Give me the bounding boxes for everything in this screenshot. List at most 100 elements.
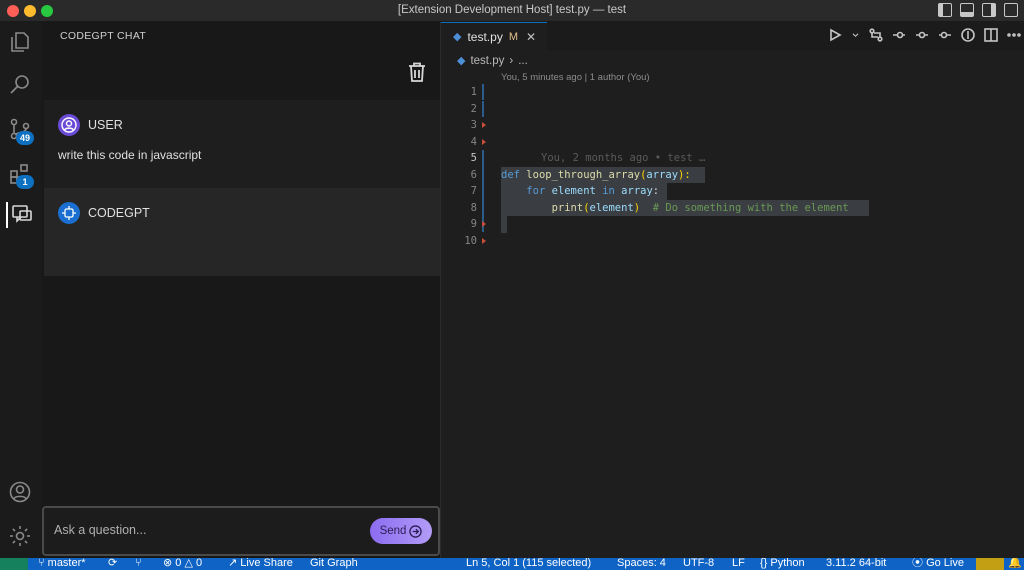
code-token: element (551, 185, 596, 197)
code-line: 8 print(element) # Do something with the… (441, 199, 1024, 216)
title-bar: [Extension Development Host] test.py — t… (0, 0, 1024, 22)
code-token: array (646, 168, 679, 181)
copilot-icon[interactable] (976, 558, 1004, 570)
message-text: write this code in javascript (58, 148, 202, 162)
code-token: ): (678, 168, 691, 181)
gutter-deletion-marker (482, 237, 486, 244)
code-token: element (589, 201, 634, 214)
notifications-bell-icon[interactable]: 🔔 (1008, 558, 1022, 570)
blame-header[interactable]: You, 5 minutes ago | 1 author (You) (501, 72, 650, 83)
breadcrumb-file[interactable]: test.py (470, 55, 504, 67)
git-graph-branch-icon[interactable]: ⑂ (135, 558, 142, 570)
arrow-right-circle-icon (409, 524, 423, 538)
code-line: 10 (441, 233, 1024, 250)
go-forward-commit-icon[interactable] (938, 28, 952, 42)
send-button[interactable]: Send (370, 518, 432, 544)
code-line: 7 for element in array: (441, 183, 1024, 200)
go-back-commit-icon[interactable] (892, 28, 906, 42)
customize-layout-icon[interactable] (1004, 3, 1018, 17)
chat-message-user: USER write this code in javascript (44, 100, 440, 188)
manage-gear-icon[interactable] (8, 524, 34, 550)
commit-icon[interactable] (915, 28, 929, 42)
breadcrumb-rest[interactable]: ... (518, 55, 528, 67)
editor-tab-bar: ◆ test.py M ✕ (441, 22, 1024, 50)
codegpt-chat-icon[interactable] (6, 202, 32, 228)
tab-test-py[interactable]: ◆ test.py M ✕ (441, 22, 547, 50)
status-language[interactable]: {} Python (760, 558, 805, 570)
source-control-badge: 49 (16, 131, 34, 145)
line-number: 9 (470, 218, 477, 230)
code-token: def (501, 168, 520, 181)
window-title: [Extension Development Host] test.py — t… (397, 4, 627, 16)
split-editor-icon[interactable] (984, 28, 998, 42)
chevron-down-icon[interactable] (851, 28, 860, 42)
remote-indicator-icon[interactable] (0, 558, 28, 570)
status-eol[interactable]: LF (732, 558, 745, 570)
status-encoding[interactable]: UTF-8 (683, 558, 714, 570)
code-line: 4 (441, 134, 1024, 151)
line-number: 3 (470, 119, 477, 131)
toggle-secondary-sidebar-icon[interactable] (982, 3, 996, 17)
clear-chat-trash-icon[interactable] (408, 62, 426, 82)
status-cursor-position[interactable]: Ln 5, Col 1 (115 selected) (466, 558, 591, 570)
run-play-icon[interactable] (828, 28, 842, 42)
language-label: Python (770, 558, 805, 569)
code-token: loop_through_array (526, 168, 641, 181)
accounts-icon[interactable] (8, 480, 34, 506)
close-tab-icon[interactable]: ✕ (526, 30, 536, 44)
branch-name: master* (47, 558, 86, 569)
code-token: array (621, 185, 653, 197)
code-line: 6 def loop_through_array(array): (441, 166, 1024, 183)
status-interpreter[interactable]: 3.11.2 64-bit (826, 558, 886, 570)
line-number: 5 (470, 152, 477, 164)
sync-icon[interactable]: ⟳ (108, 558, 117, 570)
code-token: : (652, 185, 660, 197)
gutter-change-marker (482, 100, 484, 117)
ask-question-input[interactable] (54, 518, 354, 542)
layout-controls (938, 3, 1018, 17)
toggle-blame-icon[interactable] (961, 28, 975, 42)
message-author: USER (88, 118, 123, 132)
chat-input-box: Send (42, 506, 440, 556)
extensions-badge: 1 (16, 175, 34, 189)
warning-count: 0 (195, 558, 203, 569)
modified-marker: M (508, 30, 518, 43)
status-git-graph[interactable]: Git Graph (310, 558, 358, 570)
status-go-live[interactable]: ⦿ Go Live (912, 558, 964, 570)
code-line: 3 (441, 117, 1024, 134)
search-icon[interactable] (8, 72, 34, 98)
code-line-current: 5 You, 2 months ago • test … (441, 150, 1024, 232)
code-token: for (526, 185, 546, 197)
error-count: 0 (175, 558, 182, 569)
codegpt-chat-panel: CODEGPT CHAT USER write this code in jav… (42, 22, 440, 558)
line-number: 8 (470, 201, 477, 214)
panel-title: CODEGPT CHAT (60, 30, 147, 42)
status-indentation[interactable]: Spaces: 4 (617, 558, 666, 570)
python-file-icon: ◆ (457, 55, 466, 67)
line-number: 1 (470, 86, 477, 98)
codegpt-avatar-icon (58, 202, 80, 224)
toggle-primary-sidebar-icon[interactable] (938, 3, 952, 17)
editor-toolbar (828, 28, 1021, 42)
message-author: CODEGPT (88, 206, 150, 220)
tab-filename: test.py (467, 29, 503, 44)
status-problems[interactable]: ⊗ 0 △ 0 (163, 558, 202, 570)
line-number: 2 (470, 102, 477, 115)
status-branch[interactable]: ⑂ master* (38, 558, 86, 570)
code-token: # Do something with the element (652, 201, 849, 214)
activity-bar: 49 1 (0, 22, 42, 558)
breadcrumb: ◆ test.py › ... (457, 54, 528, 68)
more-actions-icon[interactable] (1007, 28, 1021, 42)
user-avatar-icon (58, 114, 80, 136)
code-text: for element in array: (501, 183, 659, 200)
toggle-panel-icon[interactable] (960, 3, 974, 17)
status-live-share[interactable]: ↗ Live Share (228, 558, 293, 570)
python-file-icon: ◆ (453, 31, 462, 43)
gutter-deletion-marker (482, 138, 486, 145)
code-line: 9 (441, 216, 1024, 233)
code-token: in (602, 185, 615, 197)
compare-changes-icon[interactable] (869, 28, 883, 42)
explorer-icon[interactable] (8, 30, 34, 56)
gutter-deletion-marker (482, 122, 486, 128)
